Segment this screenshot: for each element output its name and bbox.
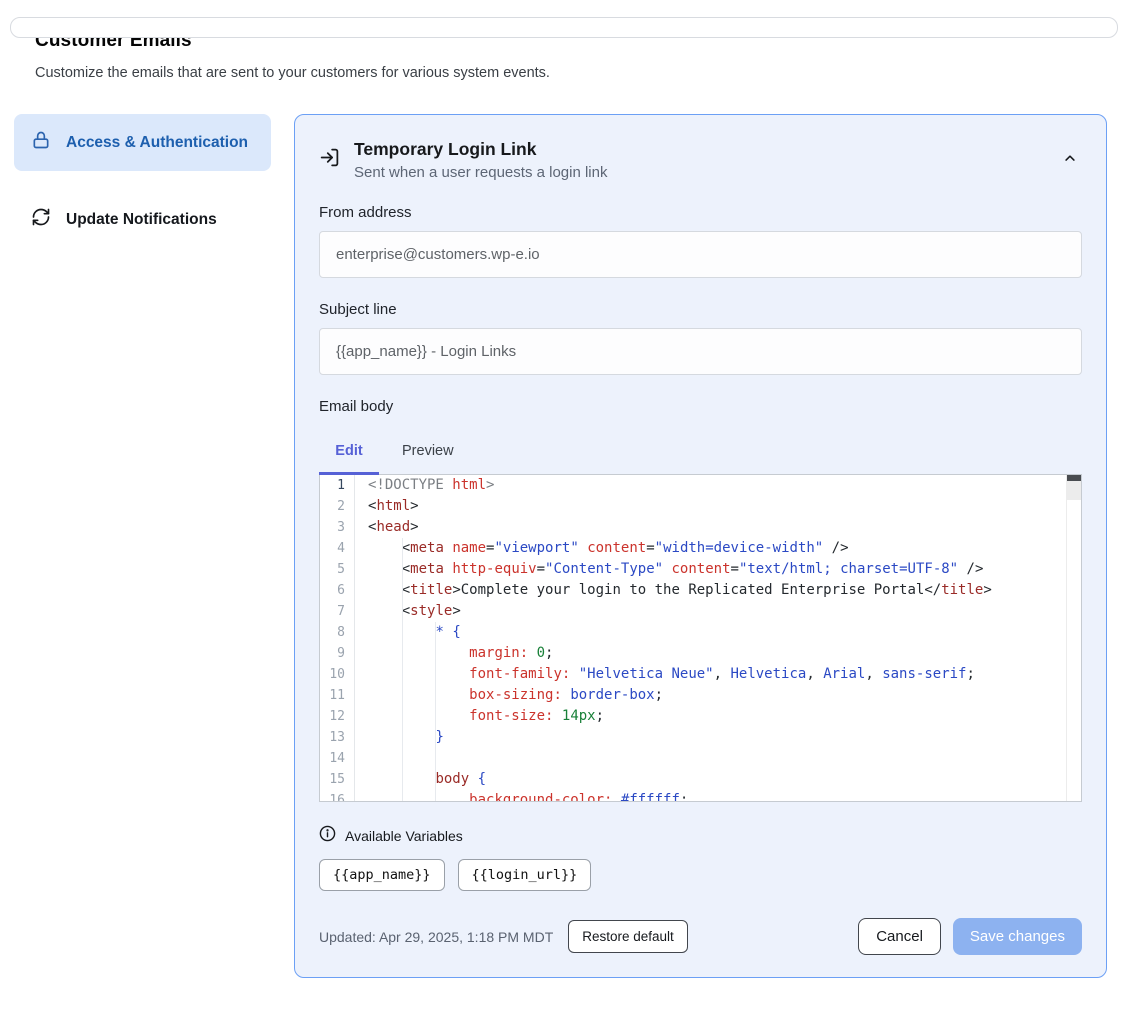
line-number: 7 — [320, 601, 355, 622]
line-number: 9 — [320, 643, 355, 664]
panel-subtitle: Sent when a user requests a login link — [354, 164, 607, 181]
line-number: 10 — [320, 664, 355, 685]
code-line[interactable]: 3<head> — [320, 517, 1081, 538]
from-address-input[interactable] — [319, 231, 1082, 278]
code-line[interactable]: 10 font-family: "Helvetica Neue", Helvet… — [320, 664, 1081, 685]
line-number: 1 — [320, 475, 355, 496]
updated-timestamp: Updated: Apr 29, 2025, 1:18 PM MDT — [319, 929, 553, 945]
code-line[interactable]: 16 background-color: #ffffff; — [320, 790, 1081, 802]
line-number: 3 — [320, 517, 355, 538]
log-in-icon — [319, 147, 340, 173]
code-line[interactable]: 13 } — [320, 727, 1081, 748]
refresh-icon — [31, 207, 51, 232]
line-number: 15 — [320, 769, 355, 790]
code-line[interactable]: 15 body { — [320, 769, 1081, 790]
code-line[interactable]: 6 <title>Complete your login to the Repl… — [320, 580, 1081, 601]
line-number: 2 — [320, 496, 355, 517]
subject-line-input[interactable] — [319, 328, 1082, 375]
sidebar-item-update-notifications[interactable]: Update Notifications — [14, 192, 271, 247]
sidebar: Access & Authentication Update Notificat… — [14, 114, 271, 247]
line-number: 6 — [320, 580, 355, 601]
line-number: 5 — [320, 559, 355, 580]
collapse-button[interactable] — [1058, 147, 1082, 171]
tab-preview[interactable]: Preview — [379, 432, 477, 474]
variable-chips: {{app_name}} {{login_url}} — [319, 859, 1082, 891]
sidebar-item-label: Update Notifications — [66, 208, 217, 232]
code-editor[interactable]: 1<!DOCTYPE html>2<html>3<head>4 <meta na… — [319, 474, 1082, 802]
panel-header: Temporary Login Link Sent when a user re… — [319, 139, 1082, 181]
line-number: 14 — [320, 748, 355, 769]
panel-title: Temporary Login Link — [354, 139, 607, 160]
code-line[interactable]: 14 — [320, 748, 1081, 769]
line-number: 13 — [320, 727, 355, 748]
code-line[interactable]: 11 box-sizing: border-box; — [320, 685, 1081, 706]
available-variables-row: Available Variables — [319, 825, 1082, 847]
restore-default-button[interactable]: Restore default — [568, 920, 688, 953]
available-variables-label: Available Variables — [345, 828, 463, 844]
code-line[interactable]: 1<!DOCTYPE html> — [320, 475, 1081, 496]
code-line[interactable]: 5 <meta http-equiv="Content-Type" conten… — [320, 559, 1081, 580]
save-changes-button[interactable]: Save changes — [953, 918, 1082, 955]
line-number: 8 — [320, 622, 355, 643]
line-number: 16 — [320, 790, 355, 802]
code-line[interactable]: 12 font-size: 14px; — [320, 706, 1081, 727]
line-number: 12 — [320, 706, 355, 727]
line-number: 11 — [320, 685, 355, 706]
cancel-button[interactable]: Cancel — [858, 918, 941, 955]
lock-icon — [31, 129, 51, 156]
email-body-label: Email body — [319, 398, 1082, 415]
sidebar-item-access-authentication[interactable]: Access & Authentication — [14, 114, 271, 171]
code-line[interactable]: 4 <meta name="viewport" content="width=d… — [320, 538, 1081, 559]
from-address-label: From address — [319, 204, 1082, 221]
panel-footer: Updated: Apr 29, 2025, 1:18 PM MDT Resto… — [319, 918, 1082, 955]
variable-chip[interactable]: {{login_url}} — [458, 859, 592, 891]
code-line[interactable]: 8 * { — [320, 622, 1081, 643]
sidebar-item-label: Access & Authentication — [66, 131, 248, 155]
previous-card-bottom-edge — [10, 17, 1118, 38]
editor-tabs: Edit Preview — [319, 432, 1082, 474]
code-line[interactable]: 7 <style> — [320, 601, 1081, 622]
line-number: 4 — [320, 538, 355, 559]
page-description: Customize the emails that are sent to yo… — [35, 65, 1093, 81]
chevron-up-icon — [1062, 152, 1078, 167]
variable-chip[interactable]: {{app_name}} — [319, 859, 445, 891]
code-line[interactable]: 2<html> — [320, 496, 1081, 517]
info-icon — [319, 825, 336, 847]
code-line[interactable]: 9 margin: 0; — [320, 643, 1081, 664]
subject-line-label: Subject line — [319, 301, 1082, 318]
email-settings-card: Temporary Login Link Sent when a user re… — [294, 114, 1107, 978]
tab-edit[interactable]: Edit — [319, 432, 379, 474]
